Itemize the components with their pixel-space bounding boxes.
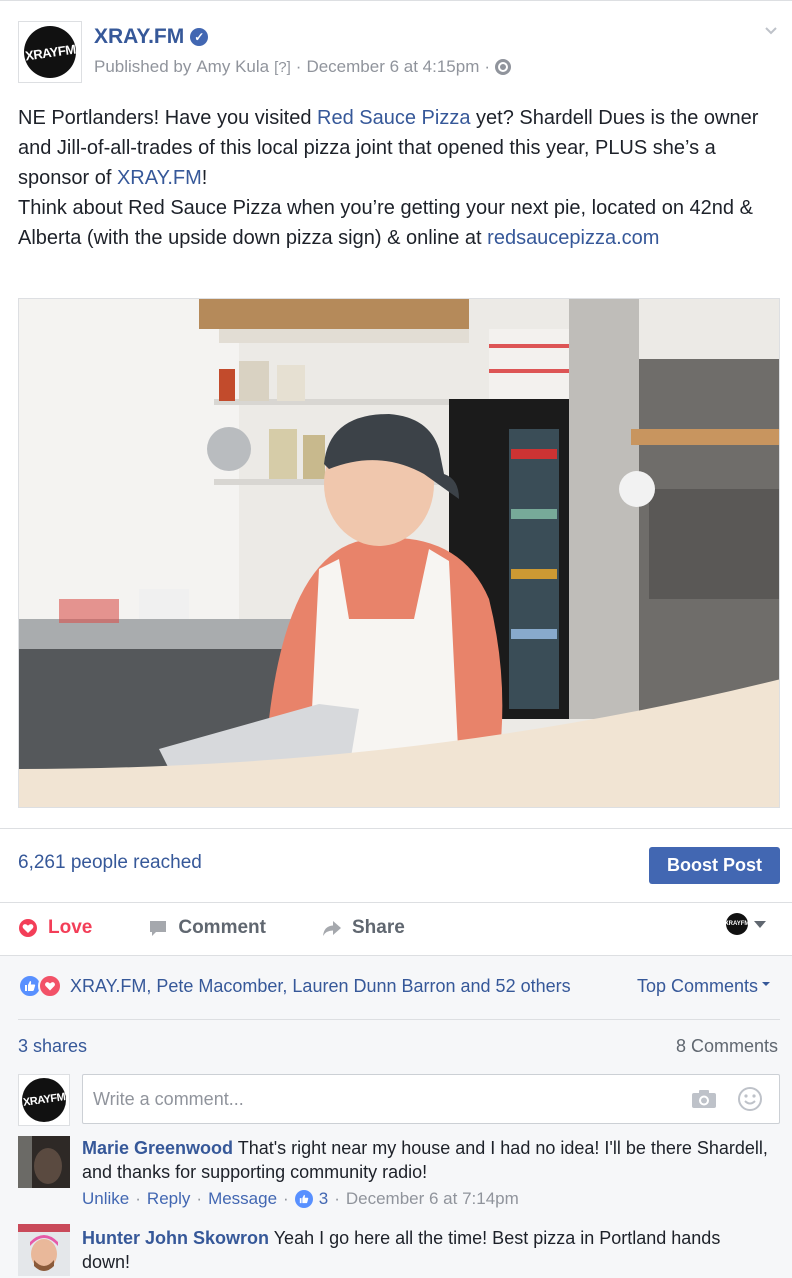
meta-separator: · bbox=[135, 1189, 141, 1208]
love-label: Love bbox=[48, 917, 93, 938]
unlike-link[interactable]: Unlike bbox=[82, 1189, 129, 1209]
comment-icon bbox=[150, 921, 167, 936]
emoji-icon[interactable] bbox=[737, 1086, 763, 1112]
comment-button[interactable]: Comment bbox=[148, 917, 266, 939]
caret-down-icon bbox=[762, 981, 771, 986]
comment-input[interactable]: Write a comment... bbox=[82, 1074, 780, 1124]
post-meta: Published by Amy Kula [?] · December 6 a… bbox=[94, 57, 512, 77]
xrayfm-mini-logo: XRAYFM bbox=[725, 913, 749, 935]
post-text-segment: ! bbox=[201, 167, 208, 189]
logo-text: XRAYFM bbox=[23, 41, 77, 63]
comment-item: Marie Greenwood That's right near my hou… bbox=[82, 1136, 772, 1184]
reactions-summary[interactable]: XRAY.FM, Pete Macomber, Lauren Dunn Barr… bbox=[18, 974, 571, 998]
post-photo[interactable] bbox=[18, 298, 780, 808]
post-paragraph: NE Portlanders! Have you visited Red Sau… bbox=[18, 103, 778, 193]
top-comments-dropdown[interactable]: Top Comments bbox=[637, 976, 771, 997]
post-as-selector[interactable]: XRAYFM bbox=[725, 913, 766, 935]
composer-avatar: XRAYFM bbox=[18, 1074, 70, 1126]
share-button[interactable]: Share bbox=[322, 917, 405, 939]
comment-label: Comment bbox=[178, 917, 266, 938]
divider bbox=[18, 1019, 780, 1020]
boost-post-button[interactable]: Boost Post bbox=[649, 847, 780, 884]
reply-link[interactable]: Reply bbox=[147, 1189, 190, 1209]
love-button[interactable]: Love bbox=[18, 917, 92, 939]
action-bar: Love Comment Share bbox=[18, 913, 461, 943]
comment-date[interactable]: December 6 at 7:14pm bbox=[346, 1189, 519, 1209]
post-paragraph: Think about Red Sauce Pizza when you’re … bbox=[18, 193, 778, 253]
post-body: NE Portlanders! Have you visited Red Sau… bbox=[18, 103, 778, 253]
comments-section: XRAY.FM, Pete Macomber, Lauren Dunn Barr… bbox=[0, 956, 792, 1278]
commenter-name[interactable]: Hunter John Skowron bbox=[82, 1228, 269, 1248]
comment-input-placeholder: Write a comment... bbox=[93, 1089, 244, 1109]
author-link[interactable]: Amy Kula bbox=[196, 57, 269, 77]
comments-count[interactable]: 8 Comments bbox=[676, 1036, 778, 1057]
caret-down-icon bbox=[754, 920, 766, 928]
website-link[interactable]: redsaucepizza.com bbox=[487, 227, 659, 249]
comment-meta: Unlike · Reply · Message · 3 · December … bbox=[82, 1189, 519, 1209]
meta-separator: · bbox=[295, 57, 302, 76]
love-reaction-icon bbox=[38, 974, 62, 998]
commenter-avatar[interactable] bbox=[18, 1136, 70, 1188]
top-comments-label: Top Comments bbox=[637, 976, 759, 996]
comment-like-count[interactable]: 3 bbox=[319, 1189, 328, 1209]
kitchen-photo-illustration bbox=[19, 299, 779, 807]
meta-separator: · bbox=[196, 1189, 203, 1208]
commenter-avatar[interactable] bbox=[18, 1224, 70, 1276]
chevron-down-icon[interactable] bbox=[764, 23, 778, 37]
meta-separator: · bbox=[334, 1189, 340, 1208]
share-label: Share bbox=[351, 917, 405, 938]
meta-separator: · bbox=[484, 57, 491, 76]
published-by-label: Published by bbox=[94, 57, 192, 76]
verified-badge-icon: ✓ bbox=[190, 28, 209, 46]
camera-icon[interactable] bbox=[691, 1089, 717, 1109]
like-reaction-icon bbox=[294, 1190, 313, 1208]
shares-link[interactable]: 3 shares bbox=[18, 1036, 87, 1057]
reaction-icons bbox=[18, 974, 62, 998]
author-help-link[interactable]: [?] bbox=[274, 59, 291, 76]
xrayfm-logo: XRAYFM bbox=[24, 26, 76, 78]
divider bbox=[0, 902, 792, 903]
post-date-link[interactable]: December 6 at 4:15pm bbox=[306, 57, 479, 77]
globe-icon[interactable] bbox=[495, 59, 512, 75]
heart-icon bbox=[19, 919, 37, 937]
avatar-photo bbox=[18, 1224, 70, 1276]
red-sauce-pizza-link[interactable]: Red Sauce Pizza bbox=[317, 107, 470, 129]
message-link[interactable]: Message bbox=[208, 1189, 277, 1209]
reactions-summary-text: XRAY.FM, Pete Macomber, Lauren Dunn Barr… bbox=[70, 975, 571, 996]
meta-separator: · bbox=[283, 1189, 289, 1208]
page-avatar[interactable]: XRAYFM bbox=[18, 21, 82, 83]
commenter-name[interactable]: Marie Greenwood bbox=[82, 1138, 233, 1158]
page-name-link[interactable]: XRAY.FM bbox=[94, 25, 184, 49]
people-reached-link[interactable]: 6,261 people reached bbox=[18, 852, 202, 874]
post-text-segment: NE Portlanders! Have you visited bbox=[18, 107, 318, 129]
share-icon bbox=[322, 921, 341, 936]
logo-text: XRAYFM bbox=[22, 1091, 66, 1109]
xrayfm-logo: XRAYFM bbox=[22, 1078, 66, 1122]
page-name: XRAY.FM ✓ bbox=[94, 25, 209, 49]
avatar-photo bbox=[18, 1136, 70, 1188]
comment-item: Hunter John Skowron Yeah I go here all t… bbox=[82, 1226, 772, 1274]
divider bbox=[0, 828, 792, 829]
post-card: XRAYFM XRAY.FM ✓ Published by Amy Kula [… bbox=[0, 0, 792, 1278]
xrayfm-mention-link[interactable]: XRAY.FM bbox=[117, 167, 202, 189]
